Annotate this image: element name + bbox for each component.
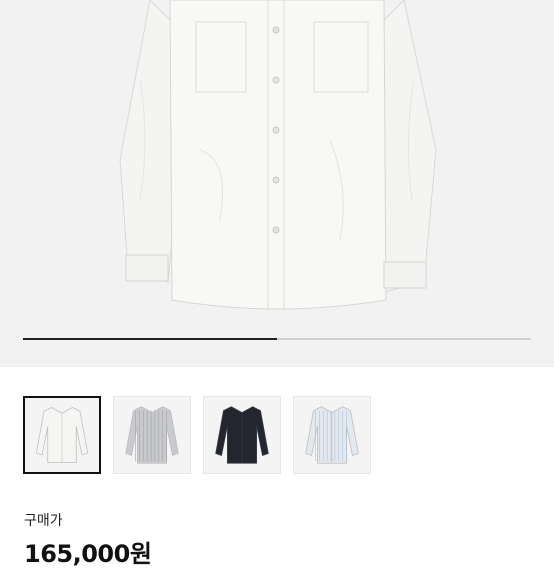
shirt-thumbnail-image xyxy=(305,406,359,464)
thumbnail-gray-stripe-shirt[interactable] xyxy=(113,396,191,474)
product-image-gallery[interactable] xyxy=(0,0,554,367)
price-label: 구매가 xyxy=(24,513,63,529)
thumbnail-strip xyxy=(0,396,554,474)
main-product-image xyxy=(119,0,437,310)
gallery-progress-indicator xyxy=(23,338,277,340)
thumbnail-blue-stripe-shirt[interactable] xyxy=(293,396,371,474)
thumbnail-white-shirt[interactable] xyxy=(23,396,101,474)
thumbnail-navy-shirt[interactable] xyxy=(203,396,281,474)
shirt-thumbnail-image xyxy=(125,406,179,464)
gallery-progress-track xyxy=(23,338,531,340)
shirt-thumbnail-image xyxy=(215,406,269,464)
shirt-thumbnail-image xyxy=(35,407,89,463)
price-value: 165,000원 xyxy=(24,540,152,568)
